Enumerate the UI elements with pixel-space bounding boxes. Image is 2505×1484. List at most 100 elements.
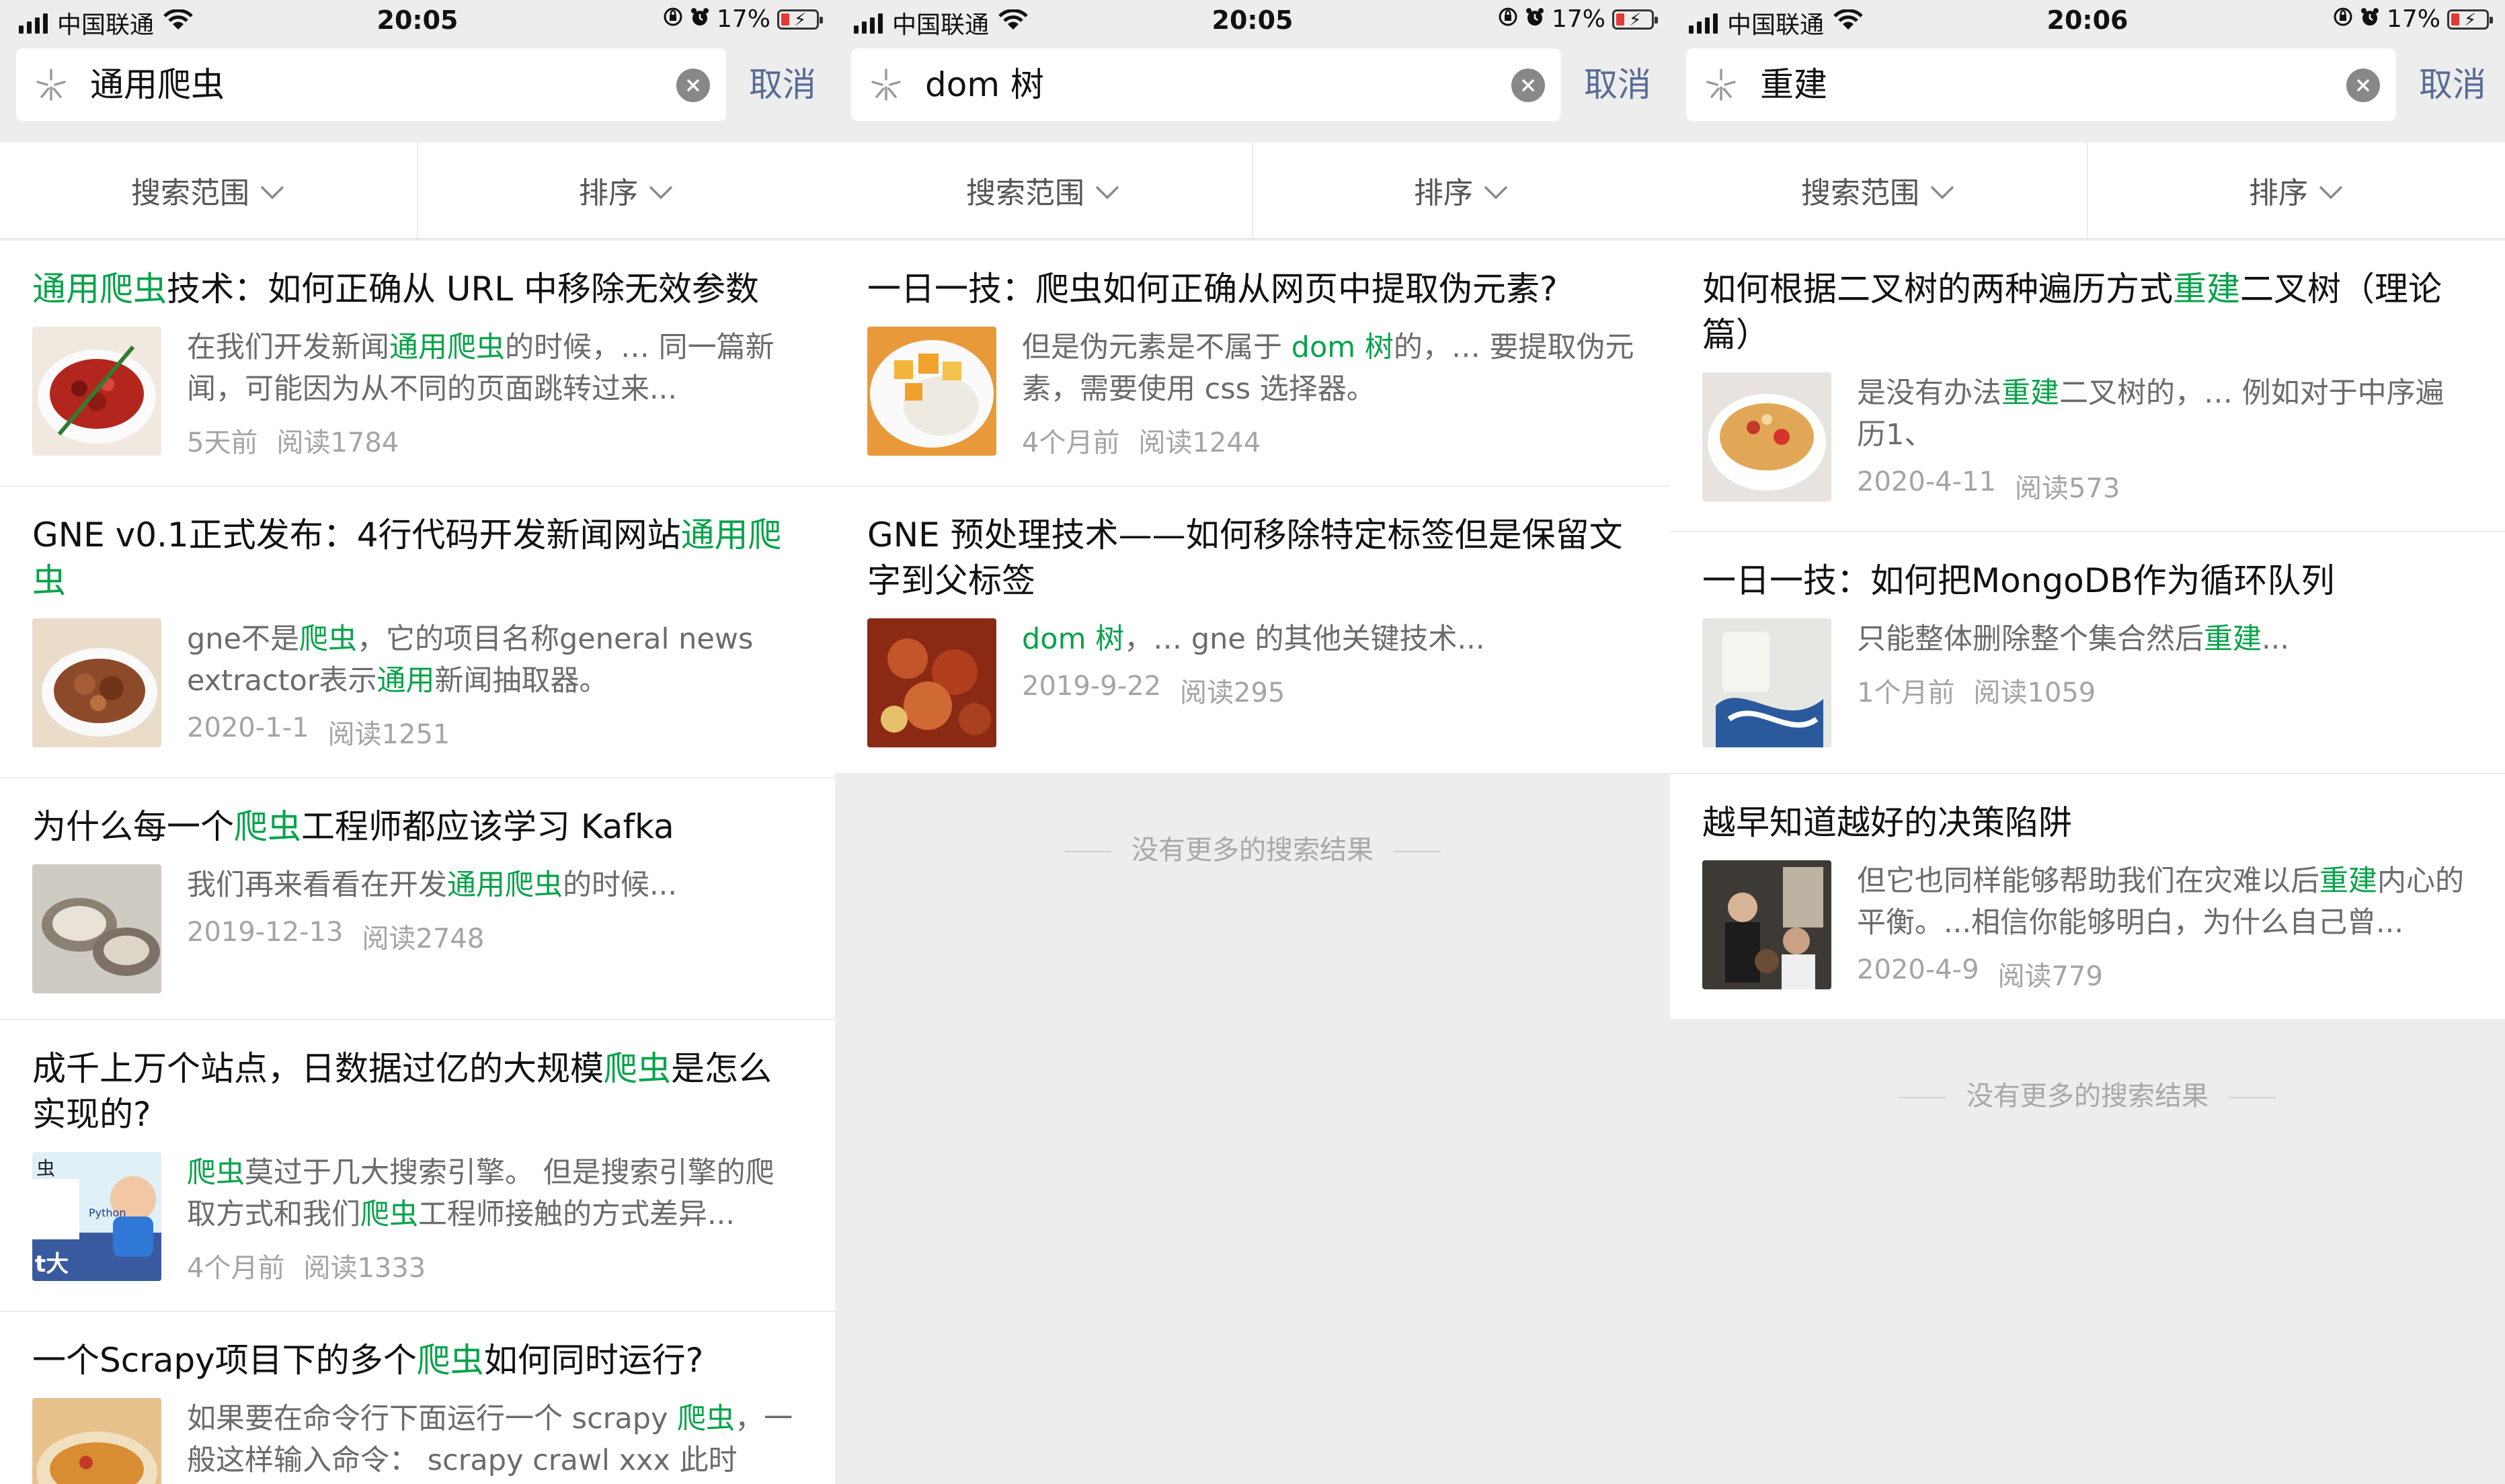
result-info: 2020-1-1 阅读1251 xyxy=(187,712,803,751)
result-snippet: 如果要在命令行下面运行一个 scrapy 爬虫，一般这样输入命令： scrapy… xyxy=(187,1398,803,1481)
title-text: 一个Scrapy项目下的多个 xyxy=(32,1341,417,1380)
search-row: 通用爬虫 取消 xyxy=(16,48,835,121)
orientation-lock-icon xyxy=(2333,5,2353,33)
chevron-down-icon xyxy=(259,173,286,208)
battery-icon: ⚡ xyxy=(2447,9,2493,30)
snippet-text: 在我们开发新闻 xyxy=(187,331,389,364)
battery-icon: ⚡ xyxy=(1612,9,1658,30)
keyword-highlight: 重建 xyxy=(2319,864,2377,898)
snippet-text: 新闻抽取器。 xyxy=(434,664,608,698)
chevron-down-icon xyxy=(1929,173,1956,208)
title-text: GNE v0.1正式发布：4行代码开发新闻网站 xyxy=(32,516,681,554)
clear-search-icon[interactable] xyxy=(2346,69,2380,102)
result-meta: 如果要在命令行下面运行一个 scrapy 爬虫，一般这样输入命令： scrapy… xyxy=(187,1398,803,1484)
filter-bar: 搜索范围 排序 xyxy=(1670,142,2505,239)
result-reads: 阅读295 xyxy=(1180,677,1285,708)
result-date: 4个月前 xyxy=(1022,427,1120,458)
snippet-text: gne不是 xyxy=(187,622,300,656)
result-meta: 但是伪元素是不属于 dom 树的，… 要提取伪元素，需要使用 css 选择器。 4… xyxy=(1022,327,1638,460)
result-date: 1个月前 xyxy=(1857,677,1955,708)
clear-search-icon[interactable] xyxy=(676,69,710,102)
filter-bar: 搜索范围 排序 xyxy=(0,142,835,239)
battery-percent: 17% xyxy=(1551,5,1605,33)
result-info: 2020-4-11 阅读573 xyxy=(1857,466,2473,505)
result-info: 4个月前 阅读1244 xyxy=(1022,421,1638,460)
result-item[interactable]: 如何根据二叉树的两种遍历方式重建二叉树（理论篇） 是没有办法重建二叉树的，… 例如… xyxy=(1670,241,2505,532)
search-query-text: dom 树 xyxy=(925,65,1044,104)
result-item[interactable]: 一日一技：爬虫如何正确从网页中提取伪元素? 但是伪元素是不属于 dom 树的，… … xyxy=(835,241,1670,487)
result-title: GNE v0.1正式发布：4行代码开发新闻网站通用爬虫 xyxy=(32,512,803,604)
keyword-highlight: 通用爬虫 xyxy=(389,331,505,364)
search-input[interactable]: dom 树 xyxy=(851,48,1561,121)
result-thumbnail xyxy=(867,327,996,456)
status-bar: 中国联通 20:05 17% ⚡ xyxy=(835,0,1670,43)
cancel-button[interactable]: 取消 xyxy=(1584,65,1651,105)
result-list: 如何根据二叉树的两种遍历方式重建二叉树（理论篇） 是没有办法重建二叉树的，… 例如… xyxy=(1670,241,2505,1019)
result-item[interactable]: 通用爬虫技术：如何正确从 URL 中移除无效参数 在我们开发新闻通用爬虫的时候，…… xyxy=(0,241,835,487)
result-title: GNE 预处理技术——如何移除特定标签但是保留文字到父标签 xyxy=(867,512,1638,604)
result-item[interactable]: GNE v0.1正式发布：4行代码开发新闻网站通用爬虫 gne不是爬虫，它的项目名… xyxy=(0,487,835,778)
filter-search-scope-label: 搜索范围 xyxy=(131,176,249,210)
result-item[interactable]: 一个Scrapy项目下的多个爬虫如何同时运行? 如果要在命令行下面运行一个 scr… xyxy=(0,1312,835,1484)
filter-sort[interactable]: 排序 xyxy=(417,142,835,238)
result-snippet: 但它也同样能够帮助我们在灾难以后重建内心的平衡。...相信你能够明白，为什么自己… xyxy=(1857,860,2473,944)
result-body: 虫 Python t大 爬虫莫过于几大搜索引擎。 但是搜索引擎的爬取方式和我们爬虫工程… xyxy=(32,1152,803,1285)
result-meta: 只能整体删除整个集合然后重建... 1个月前 阅读1059 xyxy=(1857,618,2473,747)
result-item[interactable]: 一日一技：如何把MongoDB作为循环队列只能整体删除整个集合然后重建... 1个… xyxy=(1670,532,2505,774)
result-title: 一日一技：爬虫如何正确从网页中提取伪元素? xyxy=(867,266,1638,312)
filter-search-scope[interactable]: 搜索范围 xyxy=(0,142,417,238)
result-item[interactable]: 为什么每一个爬虫工程师都应该学习 Kafka 我们再来看看在开发通用爬虫的时候..… xyxy=(0,778,835,1020)
result-meta: 爬虫莫过于几大搜索引擎。 但是搜索引擎的爬取方式和我们爬虫工程师接触的方式差异.… xyxy=(187,1152,803,1285)
search-input[interactable]: 重建 xyxy=(1686,48,2396,121)
result-thumbnail xyxy=(32,618,161,747)
cancel-button[interactable]: 取消 xyxy=(749,65,816,105)
filter-sort-label: 排序 xyxy=(1414,176,1473,210)
keyword-highlight: 重建 xyxy=(2204,622,2262,656)
title-text: 一日一技：如何把MongoDB作为循环队列 xyxy=(1702,561,2335,600)
orientation-lock-icon xyxy=(1498,5,1518,33)
status-right: 17% ⚡ xyxy=(1498,5,1658,33)
search-panel-2: 中国联通 20:05 17% ⚡ dom 树取消 搜索范围 排序 一日一技：爬虫如何正确从网页… xyxy=(835,0,1670,1484)
filter-sort[interactable]: 排序 xyxy=(2087,142,2505,238)
search-query-text: 重建 xyxy=(1760,65,1827,104)
result-reads: 阅读1333 xyxy=(303,1253,426,1284)
keyword-highlight: 重建 xyxy=(2173,270,2240,308)
search-input[interactable]: 通用爬虫 xyxy=(16,48,726,121)
filter-search-scope[interactable]: 搜索范围 xyxy=(835,142,1252,238)
result-info: 2020-4-9 阅读779 xyxy=(1857,954,2473,993)
result-thumbnail xyxy=(867,618,996,747)
result-info: 2019-12-13 阅读2748 xyxy=(187,917,803,956)
result-reads: 阅读1784 xyxy=(276,427,399,458)
divider-line xyxy=(2229,1097,2276,1098)
search-panel-3: 中国联通 20:06 17% ⚡ 重建 取消 搜索范围 排序 如何根据二叉树的两种遍历方式重建二… xyxy=(1670,0,2505,1484)
result-date: 4个月前 xyxy=(187,1253,285,1284)
snippet-text: 是没有办法 xyxy=(1857,376,2001,410)
result-body: 在我们开发新闻通用爬虫的时候，… 同一篇新闻，可能因为从不同的页面跳转过来...… xyxy=(32,327,803,460)
result-body: dom 树，… gne 的其他关键技术... 2019-9-22 阅读295 xyxy=(867,618,1638,747)
title-text: 越早知道越好的决策陷阱 xyxy=(1702,803,2072,842)
search-sparkle-icon xyxy=(34,67,69,102)
clear-search-icon[interactable] xyxy=(1511,69,1545,102)
chevron-down-icon xyxy=(647,173,674,208)
result-item[interactable]: 越早知道越好的决策陷阱但它也同样能够帮助我们在灾难以后重建内心的平衡。...相信… xyxy=(1670,774,2505,1019)
result-item[interactable]: GNE 预处理技术——如何移除特定标签但是保留文字到父标签 dom 树，… gne… xyxy=(835,487,1670,773)
result-item[interactable]: 成千上万个站点，日数据过亿的大规模爬虫是怎么实现的? 虫 Python t大 爬虫莫过于… xyxy=(0,1020,835,1312)
filter-sort-label: 排序 xyxy=(579,176,638,210)
search-query-text: 通用爬虫 xyxy=(90,65,225,104)
cancel-button[interactable]: 取消 xyxy=(2419,65,2486,105)
no-more-results: 没有更多的搜索结果 xyxy=(835,828,1670,867)
result-body: 但是伪元素是不属于 dom 树的，… 要提取伪元素，需要使用 css 选择器。 4… xyxy=(867,327,1638,460)
chevron-down-icon xyxy=(1482,173,1509,208)
result-snippet: 在我们开发新闻通用爬虫的时候，… 同一篇新闻，可能因为从不同的页面跳转过来... xyxy=(187,327,803,410)
snippet-text: ，… gne 的其他关键技术... xyxy=(1124,622,1485,656)
keyword-highlight: 爬虫 xyxy=(677,1402,735,1436)
title-text: GNE 预处理技术——如何移除特定标签但是保留文字到父标签 xyxy=(867,516,1623,600)
chevron-down-icon xyxy=(2317,173,2344,208)
result-meta: dom 树，… gne 的其他关键技术... 2019-9-22 阅读295 xyxy=(1022,618,1638,747)
keyword-highlight: 重建 xyxy=(2001,376,2059,410)
filter-sort[interactable]: 排序 xyxy=(1252,142,1670,238)
result-meta: 我们再来看看在开发通用爬虫的时候... 2019-12-13 阅读2748 xyxy=(187,864,803,993)
result-thumbnail: 虫 Python t大 xyxy=(32,1152,161,1281)
divider-line xyxy=(1064,851,1111,852)
filter-search-scope[interactable]: 搜索范围 xyxy=(1670,142,2087,238)
